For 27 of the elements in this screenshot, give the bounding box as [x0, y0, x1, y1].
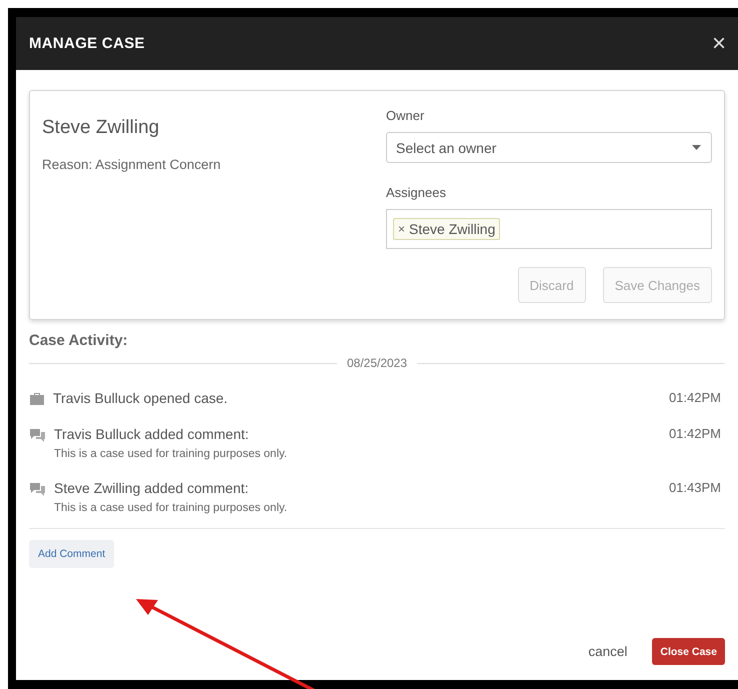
activity-text: Travis Bulluck opened case.	[53, 390, 229, 406]
activity-time: 01:43PM	[668, 480, 721, 497]
case-name: Steve Zwilling	[42, 117, 160, 139]
remove-button[interactable]: ×	[398, 222, 406, 236]
assignee-name: Steve Zwilling	[409, 221, 496, 237]
caret-icon	[692, 145, 701, 150]
comment-text: This is a case used for training purposes only.	[54, 448, 288, 460]
assignees-field[interactable]: × Steve Zwilling	[386, 209, 712, 249]
comment-text: This is a case used for training purposes only.	[54, 502, 288, 514]
add-comment-button[interactable]: Add Comment	[29, 540, 114, 568]
activity-text: Steve Zwilling added comment:	[54, 480, 250, 496]
comment-icon	[29, 482, 46, 498]
cancel-link[interactable]: cancel	[588, 644, 628, 659]
dialog-title: MANAGE CASE	[29, 35, 145, 52]
comment-icon	[29, 428, 46, 444]
activity-time: 01:42PM	[668, 426, 721, 443]
owner-label: Owner	[386, 108, 426, 123]
close-case-button[interactable]: Close Case	[652, 638, 725, 665]
briefcase-icon	[29, 392, 45, 406]
owner-select[interactable]: Select an owner	[386, 132, 712, 163]
activity-heading: Case Activity:	[29, 332, 129, 349]
activity-text: Travis Bulluck added comment:	[54, 426, 250, 442]
activity-date: 08/25/2023	[346, 356, 408, 370]
close-button[interactable]: ×	[712, 32, 726, 56]
activity-time: 01:42PM	[668, 390, 721, 406]
assignees-label: Assignees	[386, 185, 447, 200]
case-reason: Reason: Assignment Concern	[42, 157, 222, 172]
